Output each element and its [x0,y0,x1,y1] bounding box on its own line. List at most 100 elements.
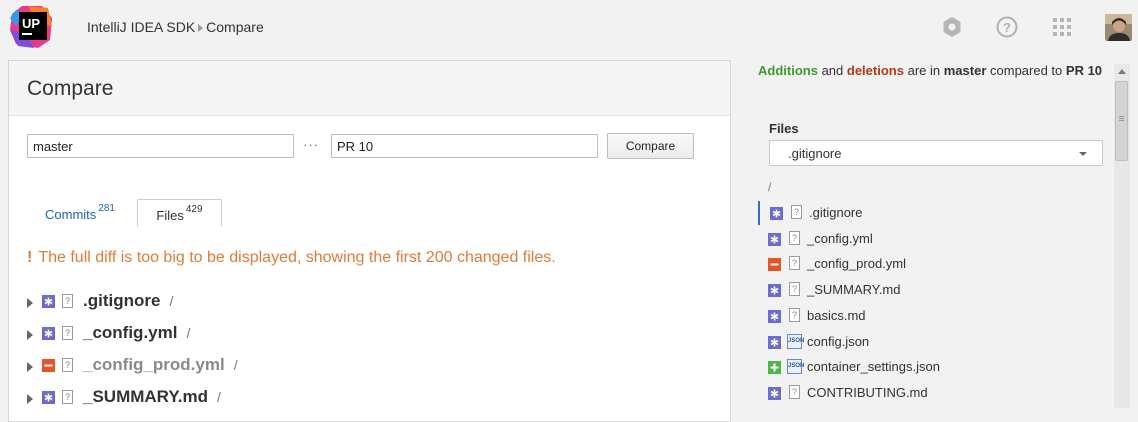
tree-file-name: config.json [807,333,870,349]
tab-files[interactable]: Files 429 [137,199,222,227]
deleted-status-icon [42,359,55,372]
tree-file-name: _SUMMARY.md [807,282,901,298]
upsource-logo[interactable]: UP [8,4,54,50]
scroll-up-icon[interactable] [1118,69,1126,74]
tree-file-name: container_settings.json [807,359,940,375]
file-select-value: .gitignore [788,146,842,161]
logo-text: UP [22,16,40,31]
unknown-file-icon: ? [789,282,800,297]
breadcrumb: IntelliJ IDEA SDK Compare [87,19,264,35]
files-label: Files [769,121,799,136]
json-file-icon: JSON [787,359,804,375]
unknown-file-icon: ? [789,256,800,271]
settings-icon[interactable] [940,15,964,39]
compare-header: Compare [9,61,730,116]
tree-file-name: basics.md [807,307,866,323]
modified-status-icon [768,386,781,400]
file-label: .gitignore / [83,291,173,311]
file-select-dropdown[interactable]: .gitignore [769,140,1103,166]
target-branch-input[interactable] [331,134,598,158]
tree-file-item[interactable]: ? _config.yml [758,227,1098,251]
warning-icon: ! [27,249,33,266]
expand-arrow-icon[interactable] [27,298,33,308]
tree-file-name: _config_prod.yml [807,256,906,272]
file-path: / [233,357,238,373]
diff-too-big-warning: ! The full diff is too big to be displaye… [27,249,556,267]
tab-commits-label: Commits [45,207,97,222]
compare-summary: Additions and deletions are in master co… [758,62,1108,80]
deleted-status-icon [768,258,781,272]
scrollbar-thumb[interactable] [1115,81,1128,161]
tree-file-item[interactable]: ? _config_prod.yml [758,252,1098,276]
file-row[interactable]: ? _SUMMARY.md / [25,387,625,411]
expand-arrow-icon[interactable] [27,394,33,404]
file-row[interactable]: ? _config.yml / [25,323,625,347]
modified-status-icon [42,327,55,340]
help-icon[interactable]: ? [995,15,1019,39]
user-avatar[interactable] [1105,14,1132,41]
summary-deletions: deletions [846,63,904,78]
chevron-down-icon [1079,152,1087,156]
tree-file-item[interactable]: JSON container_settings.json [758,355,1098,379]
tab-commits-count: 281 [98,203,115,214]
modified-status-icon [768,232,781,246]
page-title: Compare [27,77,114,100]
file-name[interactable]: .gitignore [83,291,160,310]
breadcrumb-project[interactable]: IntelliJ IDEA SDK [87,19,195,35]
file-name[interactable]: _SUMMARY.md [83,387,208,406]
sidebar: Additions and deletions are in master co… [740,56,1112,408]
tree-file-name: .gitignore [809,205,863,220]
file-path: / [217,389,221,405]
top-bar: UP IntelliJ IDEA SDK Compare ? [0,0,1138,56]
tree-file-item[interactable]: ? .gitignore [758,201,1100,225]
tree-file-item[interactable]: ? basics.md [758,304,1098,328]
modified-status-icon [768,309,781,323]
apps-grid-icon[interactable] [1050,15,1074,39]
modified-status-icon [770,207,783,220]
tree-file-name: CONTRIBUTING.md [807,384,928,400]
added-status-icon [768,361,781,375]
file-name[interactable]: _config_prod.yml [83,355,225,374]
unknown-file-icon: ? [789,307,800,322]
breadcrumb-current[interactable]: Compare [206,19,264,35]
file-label: _config.yml / [83,323,190,343]
file-path: / [169,293,174,309]
grip-icon [1119,116,1124,117]
file-path: / [186,325,191,341]
summary-target: PR 10 [1065,63,1103,78]
file-row[interactable]: ? _config_prod.yml / [25,355,625,379]
sidebar-scrollbar[interactable] [1114,64,1130,408]
unknown-file-icon: ? [62,326,73,340]
unknown-file-icon: ? [791,205,802,219]
tab-commits[interactable]: Commits 281 [45,199,115,227]
json-file-icon: JSON [787,333,804,349]
compare-button[interactable]: Compare [607,133,694,159]
unknown-file-icon: ? [62,294,73,308]
expand-arrow-icon[interactable] [27,330,33,340]
summary-compared-to: compared to [990,63,1063,78]
file-name[interactable]: _config.yml [83,323,177,342]
tab-files-count: 429 [185,204,203,215]
warning-text: The full diff is too big to be displayed… [38,249,556,266]
modified-status-icon [768,335,781,349]
summary-are-in: are in [907,63,941,78]
tree-root: / [768,180,772,194]
source-branch-input[interactable] [27,134,294,158]
breadcrumb-arrow-icon [198,23,204,32]
summary-and: and [821,63,844,78]
modified-status-icon [42,295,55,308]
tab-files-label: Files [156,208,184,223]
file-label: _config_prod.yml / [83,355,238,375]
tree-file-item[interactable]: JSON config.json [758,330,1098,354]
tree-file-item[interactable]: ? CONTRIBUTING.md [758,381,1098,405]
file-row[interactable]: ? .gitignore / [25,291,625,315]
unknown-file-icon: ? [789,384,800,399]
compare-tabs: Commits 281 Files 429 [27,199,717,227]
expand-arrow-icon[interactable] [27,362,33,372]
unknown-file-icon: ? [62,390,73,404]
range-separator: ··· [303,137,319,152]
compare-panel: Compare ··· Compare Commits281 Files429 … [8,60,731,422]
unknown-file-icon: ? [62,358,73,372]
tree-file-item[interactable]: ? _SUMMARY.md [758,278,1098,302]
modified-status-icon [42,391,55,404]
